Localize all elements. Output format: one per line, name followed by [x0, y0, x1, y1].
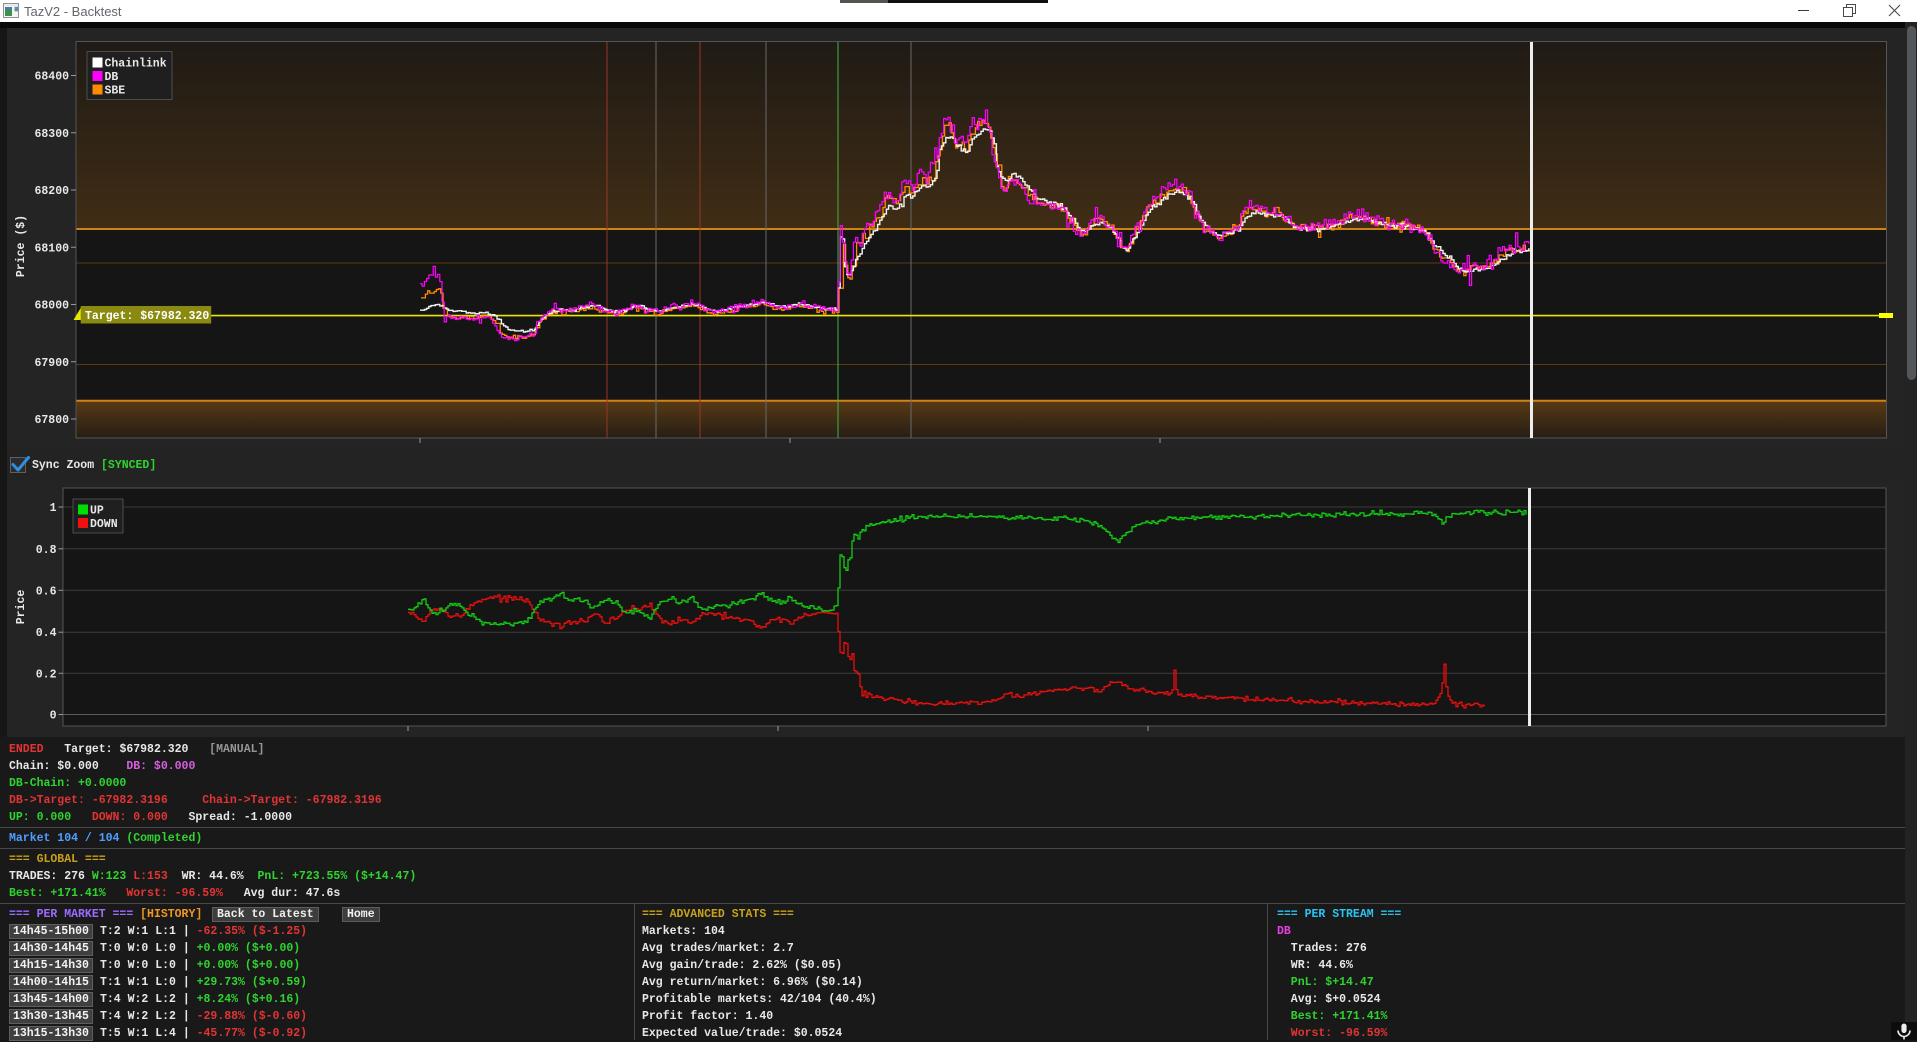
svg-text:Chainlink: Chainlink [105, 58, 167, 71]
svg-text:Price: Price [15, 590, 28, 625]
svg-text:UP: UP [90, 505, 104, 518]
svg-text:68400: 68400 [34, 71, 69, 84]
svg-text:0.8: 0.8 [36, 544, 57, 557]
svg-text:68000: 68000 [34, 300, 69, 313]
svg-text:Price ($): Price ($) [15, 215, 28, 277]
svg-text:DOWN: DOWN [90, 518, 118, 531]
svg-text:68300: 68300 [34, 128, 69, 141]
svg-text:0.4: 0.4 [36, 627, 57, 640]
svg-text:0.2: 0.2 [36, 668, 57, 681]
svg-text:1: 1 [50, 502, 57, 515]
svg-text:67900: 67900 [34, 357, 69, 370]
svg-text:68200: 68200 [34, 185, 69, 198]
svg-text:68100: 68100 [34, 242, 69, 255]
svg-text:67800: 67800 [34, 414, 69, 427]
svg-text:0.6: 0.6 [36, 585, 57, 598]
svg-text:Target: $67982.320: Target: $67982.320 [85, 310, 209, 323]
svg-text:SBE: SBE [105, 85, 126, 98]
svg-text:0: 0 [50, 710, 57, 723]
svg-text:DB: DB [105, 71, 119, 84]
